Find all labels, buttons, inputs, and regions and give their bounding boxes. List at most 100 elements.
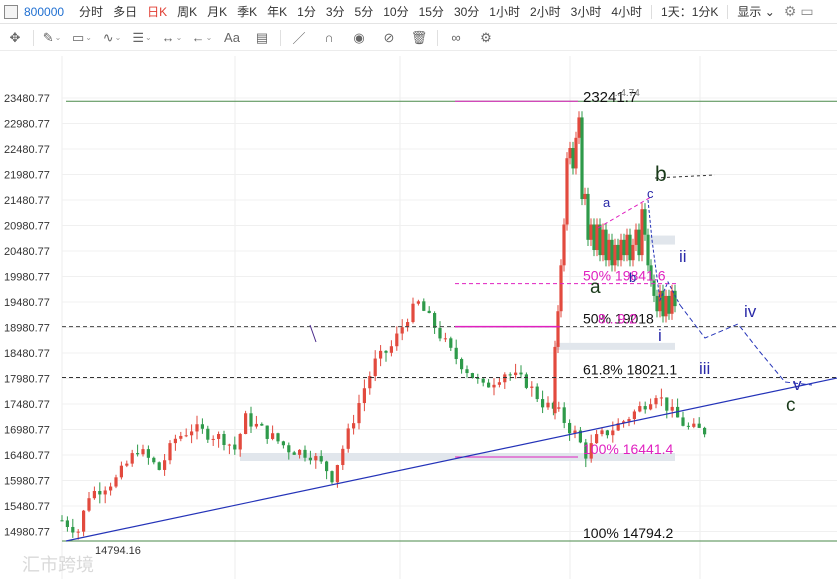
candle [676,398,680,418]
y-tick-5: 20980.77 [4,221,50,233]
period-tab-13[interactable]: 1小时 [489,3,520,20]
candle [568,141,572,165]
candle [577,111,581,144]
candle [492,378,496,396]
note-icon[interactable]: ▤ [247,27,277,49]
candle [260,422,264,426]
candle [200,418,204,434]
show-dropdown[interactable]: 显示 ⌄ [737,3,774,20]
period-tab-15[interactable]: 3小时 [571,3,602,20]
candle [601,223,605,262]
high-ghost-label: ...4.74 [612,88,640,99]
candle [65,516,69,532]
line-icon[interactable]: ／ [284,27,314,49]
level-label-0: 100% 14794.2 [583,525,674,541]
period-tab-11[interactable]: 15分 [419,3,444,20]
trendline[interactable] [65,377,837,542]
wave-drawings [65,174,837,542]
candle [152,456,156,465]
period-tab-12[interactable]: 30分 [454,3,479,20]
gear-icon[interactable]: ⚙ [784,3,797,20]
y-tick-7: 19980.77 [4,272,50,284]
move-icon[interactable]: ✥ [0,27,30,49]
candle [254,415,258,429]
settings-icon[interactable]: ⚙ [471,27,501,49]
period-tab-7[interactable]: 1分 [297,3,316,20]
candle [598,218,602,262]
candle [586,187,590,246]
display-mode-selector[interactable]: 1天：1分K [661,3,718,20]
candle [481,377,485,387]
period-tab-2[interactable]: 日K [147,3,167,20]
candle [163,453,167,476]
candle [632,409,636,425]
candle [341,445,345,470]
y-tick-12: 17480.77 [4,399,50,411]
y-tick-11: 17980.77 [4,374,50,386]
period-tab-3[interactable]: 周K [177,3,197,20]
stock-checkbox[interactable] [4,4,18,19]
rect-icon[interactable]: ▭ ⌄ [67,27,97,49]
period-tab-0[interactable]: 分时 [79,3,103,20]
period-tab-6[interactable]: 年K [267,3,287,20]
low-price-label: 14794.16 [95,545,141,557]
wave-icon[interactable]: ∿ ⌄ [97,27,127,49]
candle [346,423,350,453]
candle [389,340,393,357]
period-tab-1[interactable]: 多日 [113,3,137,20]
link-icon[interactable]: ∞ [441,27,471,49]
period-tab-8[interactable]: 3分 [326,3,345,20]
y-tick-4: 21480.77 [4,195,50,207]
candle [655,289,659,318]
candle [530,381,534,397]
wave-label-3: a [603,195,611,210]
candle [595,218,599,257]
range-icon[interactable]: ↔ ⌄ [157,27,187,49]
candle [637,223,641,262]
y-tick-1: 22980.77 [4,119,50,131]
candle [384,350,388,362]
show-label: 显示 [737,5,762,19]
chevron-down-icon: ⌄ [764,5,775,19]
y-tick-0: 23480.77 [4,93,50,105]
candle [562,402,566,429]
candle [357,394,361,430]
candle [607,233,611,267]
stock-code[interactable]: 800000 [24,5,64,19]
period-tab-5[interactable]: 季K [237,3,257,20]
candle [292,450,296,455]
wave-label-5: c [647,186,654,201]
watermark: 汇市跨境 [22,555,94,575]
candle [92,486,96,500]
candle [643,401,647,414]
period-tab-9[interactable]: 5分 [355,3,374,20]
candle [98,482,102,504]
list-icon[interactable]: ☰ ⌄ [127,27,157,49]
period-tab-14[interactable]: 2小时 [530,3,561,20]
candle [667,289,671,320]
y-tick-9: 18980.77 [4,323,50,335]
candle [60,515,64,522]
kline-chart[interactable]: 23480.77 22980.77 22480.77 21980.77 21480.77… [0,52,837,579]
trash-icon[interactable]: 🗑 [404,27,434,49]
arrow-icon[interactable]: ← ⌄ [187,27,217,49]
period-tab-4[interactable]: 月K [207,3,227,20]
candle [616,238,620,267]
candle [157,461,161,471]
hide-icon[interactable]: ⊘ [374,27,404,49]
divider [280,29,281,46]
eye-icon[interactable]: ◉ [344,27,374,49]
magnet-icon[interactable]: ∩ [314,27,344,49]
period-tab-10[interactable]: 10分 [383,3,408,20]
candle [271,425,275,441]
chart-icon[interactable]: ▭ [800,3,813,20]
candle [227,443,231,455]
drawing-toolbar: ✥ ✎ ⌄ ▭ ⌄ ∿ ⌄ ☰ ⌄ ↔ ⌄ ← ⌄ Aa ▤ ／ ∩ ◉ ⊘ 🗑 ∞ ⚙ [0,25,837,51]
candle [87,492,91,513]
pen-icon[interactable]: ✎ ⌄ [37,27,67,49]
period-tab-16[interactable]: 4小时 [611,3,642,20]
candle [573,425,577,439]
overlap-label: 8...9.2 [598,311,637,327]
text-tool[interactable]: Aa [217,27,247,49]
candle [622,233,626,262]
